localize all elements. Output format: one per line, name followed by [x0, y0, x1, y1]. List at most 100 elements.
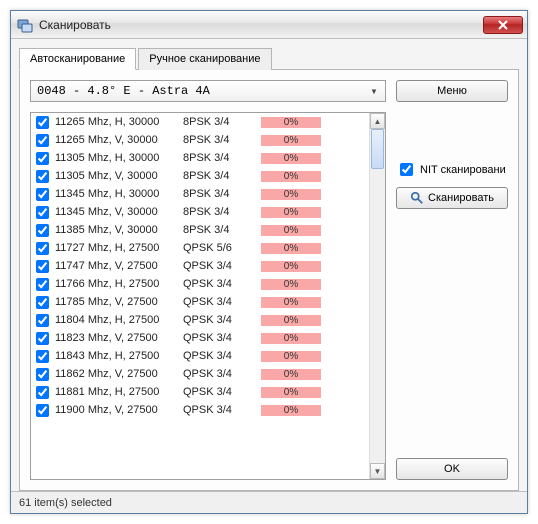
- row-modulation: 8PSK 3/4: [183, 134, 261, 146]
- scroll-thumb[interactable]: [371, 129, 384, 169]
- row-checkbox-cell: [31, 386, 53, 399]
- row-checkbox-cell: [31, 206, 53, 219]
- row-checkbox[interactable]: [36, 206, 49, 219]
- window-title: Сканировать: [39, 18, 477, 32]
- row-frequency: 11843 Mhz, H, 27500: [53, 350, 183, 362]
- scroll-down-button[interactable]: ▼: [370, 463, 385, 479]
- table-row[interactable]: 11823 Mhz, V, 27500QPSK 3/40%: [31, 329, 369, 347]
- row-checkbox-cell: [31, 134, 53, 147]
- row-modulation: 8PSK 3/4: [183, 116, 261, 128]
- row-checkbox[interactable]: [36, 242, 49, 255]
- status-bar: 61 item(s) selected: [11, 491, 527, 513]
- row-checkbox-cell: [31, 350, 53, 363]
- row-modulation: QPSK 3/4: [183, 350, 261, 362]
- row-frequency: 11747 Mhz, V, 27500: [53, 260, 183, 272]
- ok-button[interactable]: OK: [396, 458, 508, 480]
- row-checkbox[interactable]: [36, 404, 49, 417]
- table-row[interactable]: 11727 Mhz, H, 27500QPSK 5/60%: [31, 239, 369, 257]
- menu-button[interactable]: Меню: [396, 80, 508, 102]
- row-frequency: 11766 Mhz, H, 27500: [53, 278, 183, 290]
- table-row[interactable]: 11900 Mhz, V, 27500QPSK 3/40%: [31, 401, 369, 419]
- row-modulation: QPSK 3/4: [183, 296, 261, 308]
- row-percent: 0%: [261, 333, 321, 344]
- row-frequency: 11881 Mhz, H, 27500: [53, 386, 183, 398]
- row-checkbox[interactable]: [36, 224, 49, 237]
- scroll-up-button[interactable]: ▲: [370, 113, 385, 129]
- row-checkbox[interactable]: [36, 278, 49, 291]
- row-checkbox[interactable]: [36, 188, 49, 201]
- row-modulation: QPSK 3/4: [183, 260, 261, 272]
- row-modulation: 8PSK 3/4: [183, 152, 261, 164]
- scroll-track[interactable]: [370, 129, 385, 463]
- row-percent: 0%: [261, 225, 321, 236]
- scan-button-label: Сканировать: [428, 192, 494, 204]
- row-percent: 0%: [261, 387, 321, 398]
- row-checkbox-cell: [31, 242, 53, 255]
- table-row[interactable]: 11785 Mhz, V, 27500QPSK 3/40%: [31, 293, 369, 311]
- row-percent: 0%: [261, 297, 321, 308]
- row-checkbox[interactable]: [36, 170, 49, 183]
- tab-autoscan[interactable]: Автосканирование: [19, 48, 136, 70]
- table-row[interactable]: 11345 Mhz, H, 300008PSK 3/40%: [31, 185, 369, 203]
- status-text: 61 item(s) selected: [19, 497, 112, 509]
- table-row[interactable]: 11305 Mhz, V, 300008PSK 3/40%: [31, 167, 369, 185]
- nit-scan-checkbox[interactable]: [400, 163, 413, 176]
- table-row[interactable]: 11843 Mhz, H, 27500QPSK 3/40%: [31, 347, 369, 365]
- table-row[interactable]: 11804 Mhz, H, 27500QPSK 3/40%: [31, 311, 369, 329]
- nit-scan-option: NIT сканировани: [396, 160, 508, 179]
- row-checkbox-cell: [31, 260, 53, 273]
- table-row[interactable]: 11265 Mhz, H, 300008PSK 3/40%: [31, 113, 369, 131]
- row-frequency: 11862 Mhz, V, 27500: [53, 368, 183, 380]
- row-percent: 0%: [261, 369, 321, 380]
- row-checkbox[interactable]: [36, 116, 49, 129]
- row-frequency: 11305 Mhz, V, 30000: [53, 170, 183, 182]
- row-checkbox[interactable]: [36, 314, 49, 327]
- row-percent: 0%: [261, 261, 321, 272]
- row-modulation: QPSK 3/4: [183, 332, 261, 344]
- row-checkbox-cell: [31, 296, 53, 309]
- content-area: Автосканирование Ручное сканирование 004…: [11, 39, 527, 513]
- scrollbar[interactable]: ▲ ▼: [369, 113, 385, 479]
- row-modulation: 8PSK 3/4: [183, 188, 261, 200]
- row-checkbox-cell: [31, 188, 53, 201]
- row-checkbox[interactable]: [36, 350, 49, 363]
- row-percent: 0%: [261, 117, 321, 128]
- scan-button[interactable]: Сканировать: [396, 187, 508, 209]
- tab-manualscan[interactable]: Ручное сканирование: [138, 48, 271, 70]
- table-row[interactable]: 11766 Mhz, H, 27500QPSK 3/40%: [31, 275, 369, 293]
- row-modulation: QPSK 3/4: [183, 404, 261, 416]
- row-checkbox[interactable]: [36, 152, 49, 165]
- table-row[interactable]: 11881 Mhz, H, 27500QPSK 3/40%: [31, 383, 369, 401]
- row-frequency: 11265 Mhz, H, 30000: [53, 116, 183, 128]
- row-frequency: 11900 Mhz, V, 27500: [53, 404, 183, 416]
- row-modulation: 8PSK 3/4: [183, 206, 261, 218]
- row-modulation: 8PSK 3/4: [183, 170, 261, 182]
- satellite-combo[interactable]: 0048 - 4.8° E - Astra 4A ▾: [30, 80, 386, 102]
- tabs: Автосканирование Ручное сканирование: [19, 47, 519, 69]
- app-icon: [17, 17, 33, 33]
- table-row[interactable]: 11862 Mhz, V, 27500QPSK 3/40%: [31, 365, 369, 383]
- close-button[interactable]: [483, 16, 523, 34]
- transponder-list: 11265 Mhz, H, 300008PSK 3/40%11265 Mhz, …: [30, 112, 386, 480]
- row-percent: 0%: [261, 279, 321, 290]
- row-checkbox[interactable]: [36, 386, 49, 399]
- row-checkbox[interactable]: [36, 332, 49, 345]
- row-checkbox[interactable]: [36, 368, 49, 381]
- satellite-combo-value: 0048 - 4.8° E - Astra 4A: [37, 84, 210, 98]
- row-checkbox[interactable]: [36, 296, 49, 309]
- table-row[interactable]: 11385 Mhz, V, 300008PSK 3/40%: [31, 221, 369, 239]
- row-checkbox[interactable]: [36, 260, 49, 273]
- magnifier-icon: [410, 191, 424, 205]
- tab-body: 0048 - 4.8° E - Astra 4A ▾ 11265 Mhz, H,…: [19, 69, 519, 491]
- table-row[interactable]: 11265 Mhz, V, 300008PSK 3/40%: [31, 131, 369, 149]
- table-row[interactable]: 11747 Mhz, V, 27500QPSK 3/40%: [31, 257, 369, 275]
- row-percent: 0%: [261, 153, 321, 164]
- row-percent: 0%: [261, 351, 321, 362]
- row-checkbox[interactable]: [36, 134, 49, 147]
- table-row[interactable]: 11305 Mhz, H, 300008PSK 3/40%: [31, 149, 369, 167]
- row-checkbox-cell: [31, 404, 53, 417]
- row-percent: 0%: [261, 189, 321, 200]
- row-percent: 0%: [261, 243, 321, 254]
- row-checkbox-cell: [31, 368, 53, 381]
- table-row[interactable]: 11345 Mhz, V, 300008PSK 3/40%: [31, 203, 369, 221]
